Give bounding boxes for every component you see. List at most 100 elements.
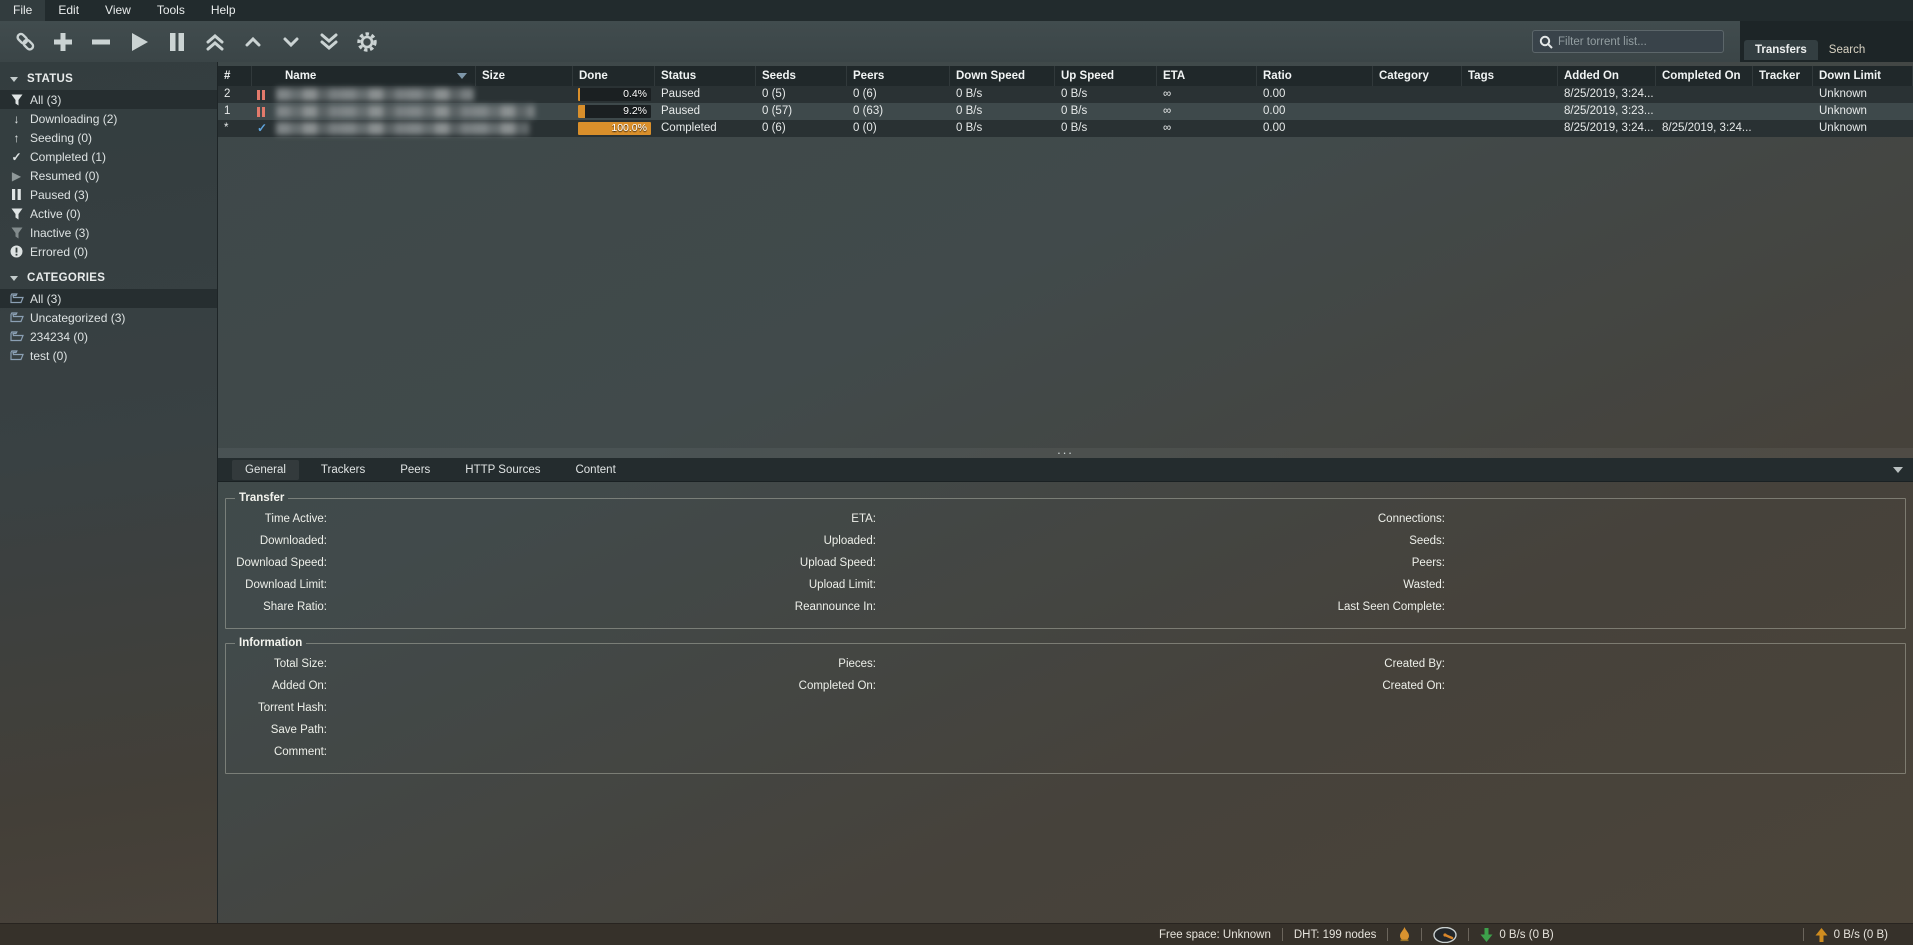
torrent-hash-label: Torrent Hash: [232,697,327,719]
col-header-name[interactable]: Name [252,66,476,86]
col-header-seeds[interactable]: Seeds [756,66,847,86]
sidebar-category-234234[interactable]: 234234 (0) [0,327,217,346]
sidebar-item-seeding[interactable]: ↑ Seeding (0) [0,128,217,147]
active-icon [8,208,25,220]
errored-icon [8,245,25,258]
col-header-tracker[interactable]: Tracker [1753,66,1813,86]
upload-speed-status[interactable]: 0 B/s (0 B) [1815,928,1888,942]
download-limit-label: Download Limit: [232,574,327,596]
sidebar-item-resumed[interactable]: ▶ Resumed (0) [0,166,217,185]
col-header-category[interactable]: Category [1373,66,1462,86]
paused-icon [257,107,265,117]
completed-on-label: Completed On: [757,675,876,697]
col-header-added-on[interactable]: Added On [1558,66,1656,86]
sidebar-category-all[interactable]: All (3) [0,289,217,308]
options-gear-icon[interactable] [354,29,380,55]
torrent-row[interactable]: * ✓ 100.0% Completed 0 (6) 0 (0) 0 B/s 0… [218,120,1913,137]
reannounce-in-label: Reannounce In: [757,596,876,618]
resume-icon[interactable] [126,29,152,55]
torrent-row[interactable]: 1 9.2% Paused 0 (57) 0 (63) 0 B/s 0 B/s … [218,103,1913,120]
uploaded-label: Uploaded: [757,530,876,552]
sidebar-category-uncategorized[interactable]: Uncategorized (3) [0,308,217,327]
information-fieldset: Information Total Size: Pieces: Created … [225,637,1906,774]
status-bar: Free space: Unknown DHT: 199 nodes 0 B/s… [0,923,1913,945]
col-header-completed-on[interactable]: Completed On [1656,66,1753,86]
filter-search-box [1532,30,1724,53]
seeds-label: Seeds: [1296,530,1445,552]
col-header-status[interactable]: Status [655,66,756,86]
pause-icon[interactable] [164,29,190,55]
col-header-done[interactable]: Done [573,66,655,86]
col-header-tags[interactable]: Tags [1462,66,1558,86]
tab-transfers[interactable]: Transfers [1744,40,1818,60]
share-ratio-label: Share Ratio: [232,596,327,618]
categories-header-label: CATEGORIES [27,272,105,284]
torrent-name-censored [276,122,529,135]
sidebar-item-all[interactable]: All (3) [0,90,217,109]
col-header-number[interactable]: # [218,66,252,86]
torrent-name-cell [252,103,476,120]
status-header-label: STATUS [27,73,73,85]
download-speed-label: Download Speed: [232,552,327,574]
sidebar-item-inactive[interactable]: Inactive (3) [0,223,217,242]
completed-check-icon: ✓ [257,120,267,137]
menu-view[interactable]: View [92,0,144,21]
remove-torrent-icon[interactable] [88,29,114,55]
folder-icon [8,331,25,342]
total-size-label: Total Size: [232,653,327,675]
done-cell: 100.0% [573,120,655,137]
panel-splitter-handle[interactable]: ... [218,448,1913,458]
torrent-row[interactable]: 2 0.4% Paused 0 (5) 0 (6) 0 B/s 0 B/s ∞ … [218,86,1913,103]
tab-general[interactable]: General [232,460,299,480]
move-bottom-icon[interactable] [316,29,342,55]
link-icon[interactable] [12,29,38,55]
sidebar: STATUS All (3) ↓ Downloading (2) ↑ Seedi… [0,62,218,923]
tab-peers[interactable]: Peers [387,460,443,480]
add-torrent-icon[interactable] [50,29,76,55]
detail-tab-bar: General Trackers Peers HTTP Sources Cont… [218,458,1913,482]
filter-torrent-input[interactable] [1558,36,1717,48]
content-area: # Name Size Done Status Seeds Peers Down… [218,62,1913,923]
tab-content[interactable]: Content [562,460,628,480]
status-section-header[interactable]: STATUS [0,68,217,90]
paused-icon [8,189,25,200]
move-down-icon[interactable] [278,29,304,55]
created-by-label: Created By: [1296,653,1445,675]
tab-search[interactable]: Search [1818,40,1876,60]
sidebar-item-completed[interactable]: ✓ Completed (1) [0,147,217,166]
sidebar-category-test[interactable]: test (0) [0,346,217,365]
toolbar: Transfers Search [0,21,1913,62]
sidebar-item-errored[interactable]: Errored (0) [0,242,217,261]
folder-icon [8,312,25,323]
main-area: STATUS All (3) ↓ Downloading (2) ↑ Seedi… [0,62,1913,923]
torrent-name-cell: ✓ [252,120,476,137]
table-empty-space [218,137,1913,448]
tab-trackers[interactable]: Trackers [308,460,378,480]
col-header-down-speed[interactable]: Down Speed [950,66,1055,86]
move-top-icon[interactable] [202,29,228,55]
tab-http-sources[interactable]: HTTP Sources [452,460,553,480]
move-up-icon[interactable] [240,29,266,55]
sidebar-item-active[interactable]: Active (0) [0,204,217,223]
categories-section-header[interactable]: CATEGORIES [0,267,217,289]
menu-tools[interactable]: Tools [144,0,198,21]
general-detail-panel: Transfer Time Active: ETA: Connections: … [218,482,1913,923]
download-speed-status[interactable]: 0 B/s (0 B) [1480,928,1553,942]
collapse-panel-chevron-icon[interactable] [1893,467,1903,473]
time-active-label: Time Active: [232,508,327,530]
sidebar-item-paused[interactable]: Paused (3) [0,185,217,204]
col-header-down-limit[interactable]: Down Limit [1813,66,1913,86]
col-header-size[interactable]: Size [476,66,573,86]
col-header-peers[interactable]: Peers [847,66,950,86]
menu-file[interactable]: File [0,0,45,21]
sidebar-item-downloading[interactable]: ↓ Downloading (2) [0,109,217,128]
torrent-name-censored [276,88,474,101]
eta-label: ETA: [757,508,876,530]
menu-help[interactable]: Help [198,0,249,21]
alt-speed-gauge-icon[interactable] [1433,927,1457,943]
free-space-status: Free space: Unknown [1159,929,1271,941]
col-header-eta[interactable]: ETA [1157,66,1257,86]
col-header-up-speed[interactable]: Up Speed [1055,66,1157,86]
col-header-ratio[interactable]: Ratio [1257,66,1373,86]
menu-edit[interactable]: Edit [45,0,92,21]
